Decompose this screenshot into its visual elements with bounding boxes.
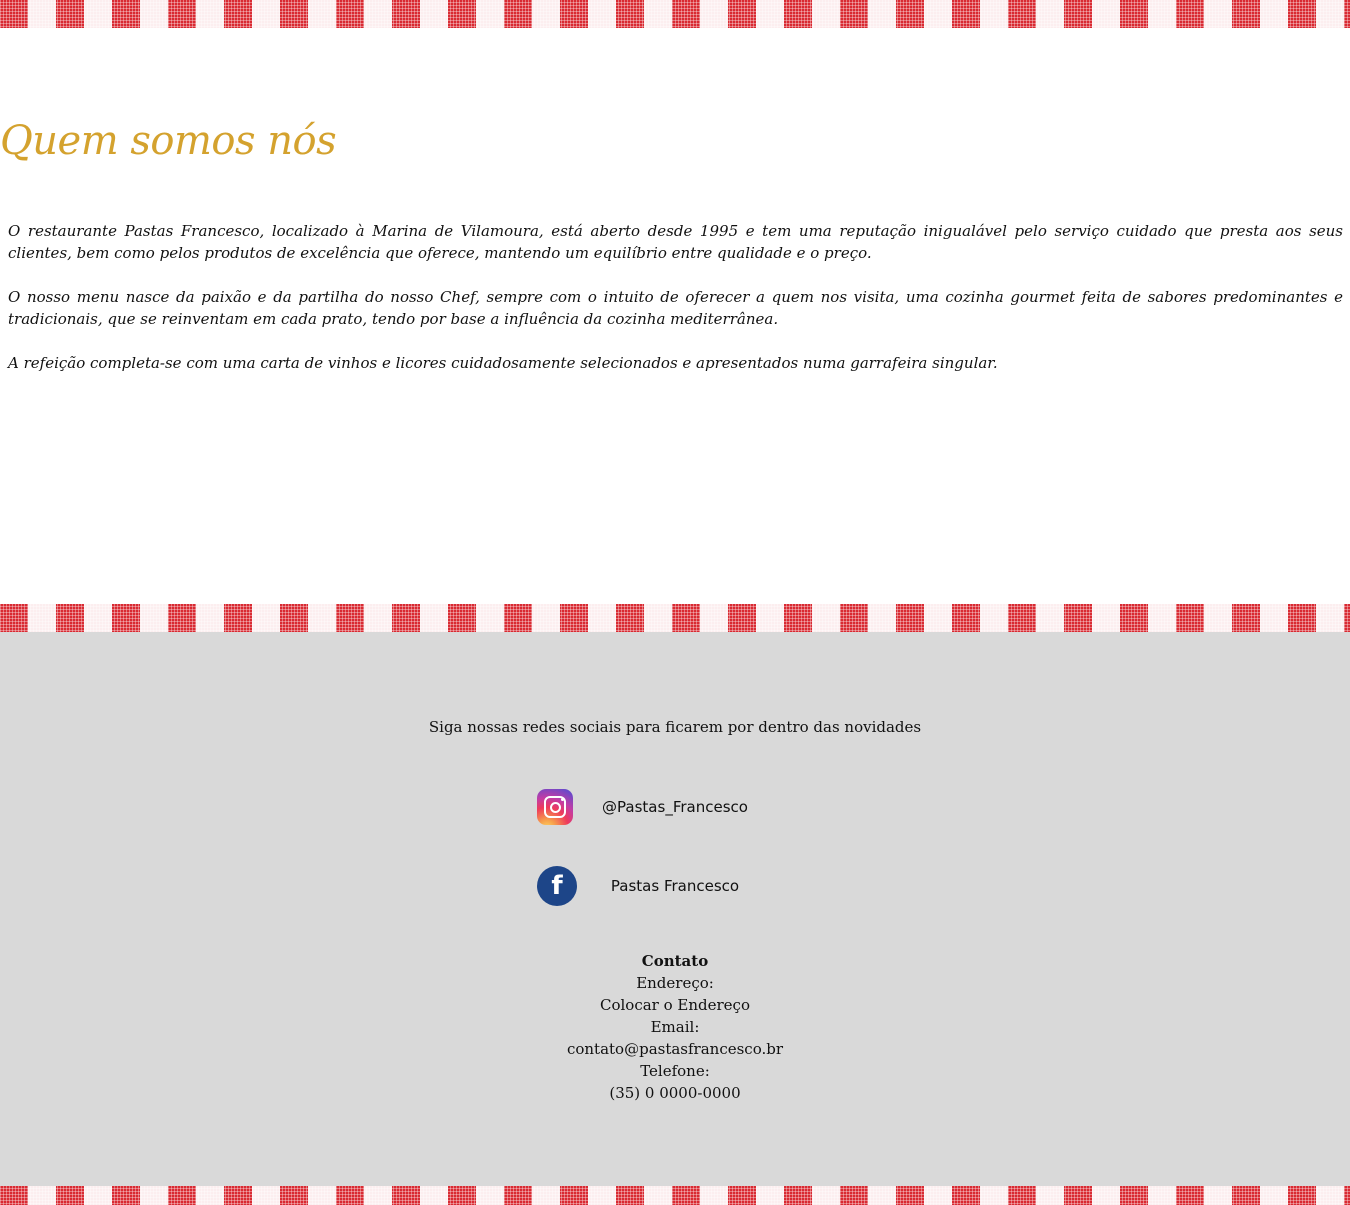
follow-social-text: Siga nossas redes sociais para ficarem p…: [428, 718, 922, 736]
contact-title: Contato: [641, 952, 709, 970]
about-title: Quem somos nós: [0, 118, 337, 164]
footer: Siga nossas redes sociais para ficarem p…: [0, 632, 1350, 1186]
email-label: Email:: [650, 1018, 700, 1036]
about-paragraph: O nosso menu nasce da paixão e da partil…: [8, 288, 1343, 328]
address-label: Endereço:: [636, 974, 714, 992]
about-text: O restaurante Pastas Francesco, localiza…: [8, 220, 1343, 396]
contact-block: Contato Endereço: Colocar o Endereço Ema…: [0, 950, 1350, 1104]
about-paragraph: A refeição completa-se com uma carta de …: [8, 354, 998, 372]
checkered-banner-middle: [0, 604, 1350, 632]
facebook-link[interactable]: f Pastas Francesco: [537, 866, 813, 906]
phone-label: Telefone:: [640, 1062, 710, 1080]
about-paragraph: O restaurante Pastas Francesco, localiza…: [8, 222, 1343, 262]
facebook-page-name: Pastas Francesco: [610, 877, 740, 895]
checkered-banner-top: [0, 0, 1350, 28]
phone-value[interactable]: (35) 0 0000-0000: [0, 1082, 1350, 1104]
checkered-banner-bottom: [0, 1186, 1350, 1205]
instagram-handle: @Pastas_Francesco: [602, 798, 748, 816]
instagram-link[interactable]: @Pastas_Francesco: [537, 787, 813, 827]
email-value[interactable]: contato@pastasfrancesco.br: [0, 1038, 1350, 1060]
address-value: Colocar o Endereço: [600, 996, 750, 1014]
